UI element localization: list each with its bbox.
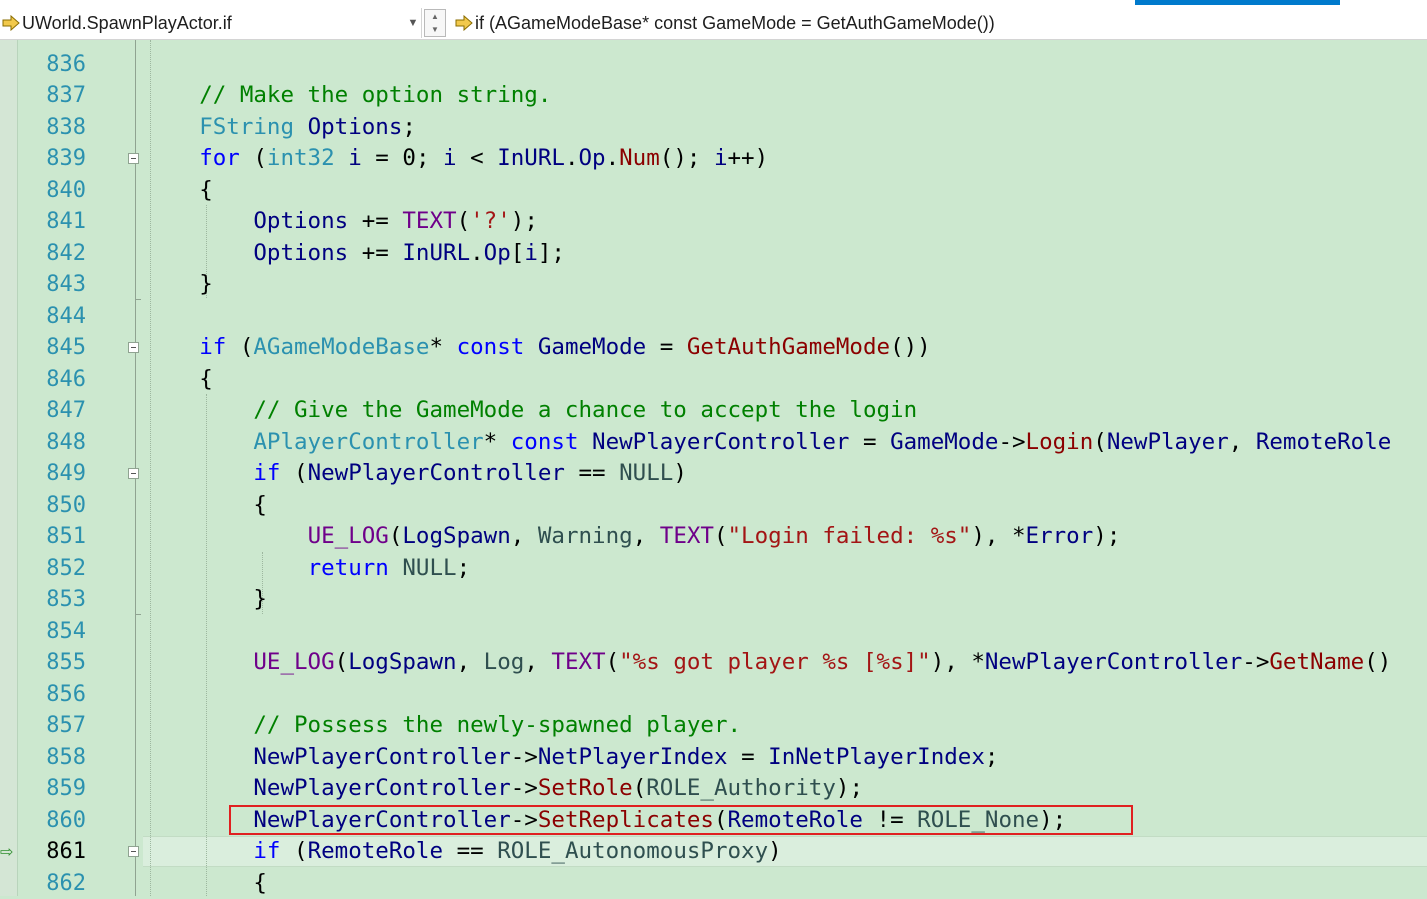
line-number: 848 xyxy=(0,427,86,459)
line-number: 860 xyxy=(0,805,86,837)
code-line[interactable]: 836 xyxy=(0,49,1427,81)
chevron-down-icon[interactable]: ▼ xyxy=(404,8,422,38)
code-line[interactable]: 848 APlayerController* const NewPlayerCo… xyxy=(0,427,1427,459)
code-line[interactable]: 855 UE_LOG(LogSpawn, Log, TEXT("%s got p… xyxy=(0,647,1427,679)
code-line[interactable]: 844 xyxy=(0,301,1427,333)
line-number: 838 xyxy=(0,112,86,144)
code-text[interactable]: { xyxy=(145,490,267,522)
code-text[interactable]: UE_LOG(LogSpawn, Warning, TEXT("Login fa… xyxy=(145,521,1120,553)
code-text[interactable]: for (int32 i = 0; i < InURL.Op.Num(); i+… xyxy=(145,143,768,175)
code-text[interactable]: { xyxy=(145,868,267,899)
line-number: 839 xyxy=(0,143,86,175)
line-number: 844 xyxy=(0,301,86,333)
code-text[interactable]: NewPlayerController->NetPlayerIndex = In… xyxy=(145,742,998,774)
code-line[interactable]: 850 { xyxy=(0,490,1427,522)
code-line[interactable]: 859 NewPlayerController->SetRole(ROLE_Au… xyxy=(0,773,1427,805)
code-text[interactable]: return NULL; xyxy=(145,553,470,585)
line-number: 836 xyxy=(0,49,86,81)
line-number: 857 xyxy=(0,710,86,742)
line-number: 851 xyxy=(0,521,86,553)
code-line[interactable]: 847 // Give the GameMode a chance to acc… xyxy=(0,395,1427,427)
line-number: 840 xyxy=(0,175,86,207)
code-text[interactable]: Options += InURL.Op[i]; xyxy=(145,238,565,270)
navigation-bar: UWorld.SpawnPlayActor.if ▼ ▲ ▼ if (AGame… xyxy=(0,0,1427,40)
code-text[interactable]: } xyxy=(145,269,213,301)
code-text[interactable]: Options += TEXT('?'); xyxy=(145,206,538,238)
member-arrow-icon xyxy=(453,15,475,31)
line-number: 853 xyxy=(0,584,86,616)
scope-arrow-icon xyxy=(0,15,22,31)
code-line[interactable]: 853 } xyxy=(0,584,1427,616)
code-text[interactable]: APlayerController* const NewPlayerContro… xyxy=(145,427,1391,459)
code-line[interactable]: 852 return NULL; xyxy=(0,553,1427,585)
code-line[interactable]: 840 { xyxy=(0,175,1427,207)
line-number: 846 xyxy=(0,364,86,396)
code-line[interactable]: 862 { xyxy=(0,868,1427,899)
line-number: 856 xyxy=(0,679,86,711)
code-text[interactable]: } xyxy=(145,584,267,616)
code-line[interactable]: 842 Options += InURL.Op[i]; xyxy=(0,238,1427,270)
code-line[interactable]: 841 Options += TEXT('?'); xyxy=(0,206,1427,238)
code-editor[interactable]: ⇨ 836837 // Make the option string.838 F… xyxy=(0,40,1427,896)
line-number: 859 xyxy=(0,773,86,805)
scope-label: UWorld.SpawnPlayActor.if xyxy=(22,13,232,34)
line-number: 854 xyxy=(0,616,86,648)
code-text[interactable]: FString Options; xyxy=(145,112,416,144)
code-line[interactable]: 846 { xyxy=(0,364,1427,396)
code-text[interactable]: { xyxy=(145,175,213,207)
code-text[interactable]: // Make the option string. xyxy=(145,80,551,112)
code-line[interactable]: 845 if (AGameModeBase* const GameMode = … xyxy=(0,332,1427,364)
code-line[interactable]: 843 } xyxy=(0,269,1427,301)
line-number: 852 xyxy=(0,553,86,585)
line-number: 845 xyxy=(0,332,86,364)
line-number: 858 xyxy=(0,742,86,774)
line-number: 855 xyxy=(0,647,86,679)
member-label: if (AGameModeBase* const GameMode = GetA… xyxy=(475,13,995,34)
code-text[interactable]: NewPlayerController->SetRole(ROLE_Author… xyxy=(145,773,863,805)
code-text[interactable]: if (AGameModeBase* const GameMode = GetA… xyxy=(145,332,931,364)
code-line[interactable]: 854 xyxy=(0,616,1427,648)
line-number: 842 xyxy=(0,238,86,270)
code-line[interactable]: 837 // Make the option string. xyxy=(0,80,1427,112)
code-text[interactable]: UE_LOG(LogSpawn, Log, TEXT("%s got playe… xyxy=(145,647,1391,679)
scroll-down-icon[interactable]: ▼ xyxy=(425,23,445,36)
line-number: 837 xyxy=(0,80,86,112)
line-number: 850 xyxy=(0,490,86,522)
code-line[interactable]: 839 for (int32 i = 0; i < InURL.Op.Num()… xyxy=(0,143,1427,175)
scroll-up-icon[interactable]: ▲ xyxy=(425,10,445,23)
code-line[interactable]: 838 FString Options; xyxy=(0,112,1427,144)
code-line[interactable]: 861 if (RemoteRole == ROLE_AutonomousPro… xyxy=(0,836,1427,868)
active-tab-accent xyxy=(1135,0,1340,5)
code-line[interactable]: 860 NewPlayerController->SetReplicates(R… xyxy=(0,805,1427,837)
code-text[interactable]: // Possess the newly-spawned player. xyxy=(145,710,741,742)
code-line[interactable]: 858 NewPlayerController->NetPlayerIndex … xyxy=(0,742,1427,774)
code-text[interactable]: // Give the GameMode a chance to accept … xyxy=(145,395,917,427)
line-number: 847 xyxy=(0,395,86,427)
code-line[interactable]: 856 xyxy=(0,679,1427,711)
line-number: 861 xyxy=(0,836,86,868)
code-text[interactable]: NewPlayerController->SetReplicates(Remot… xyxy=(145,805,1066,837)
code-line[interactable]: 851 UE_LOG(LogSpawn, Warning, TEXT("Logi… xyxy=(0,521,1427,553)
line-number: 843 xyxy=(0,269,86,301)
code-text[interactable]: if (NewPlayerController == NULL) xyxy=(145,458,687,490)
scope-scroll-buttons[interactable]: ▲ ▼ xyxy=(424,9,446,37)
code-line[interactable]: 849 if (NewPlayerController == NULL) xyxy=(0,458,1427,490)
member-dropdown[interactable]: if (AGameModeBase* const GameMode = GetA… xyxy=(453,8,1427,38)
line-number: 841 xyxy=(0,206,86,238)
code-text[interactable]: { xyxy=(145,364,213,396)
code-line[interactable]: 857 // Possess the newly-spawned player. xyxy=(0,710,1427,742)
code-text[interactable]: if (RemoteRole == ROLE_AutonomousProxy) xyxy=(145,836,782,868)
scope-dropdown[interactable]: UWorld.SpawnPlayActor.if xyxy=(0,8,422,38)
line-number: 862 xyxy=(0,868,86,899)
line-number: 849 xyxy=(0,458,86,490)
